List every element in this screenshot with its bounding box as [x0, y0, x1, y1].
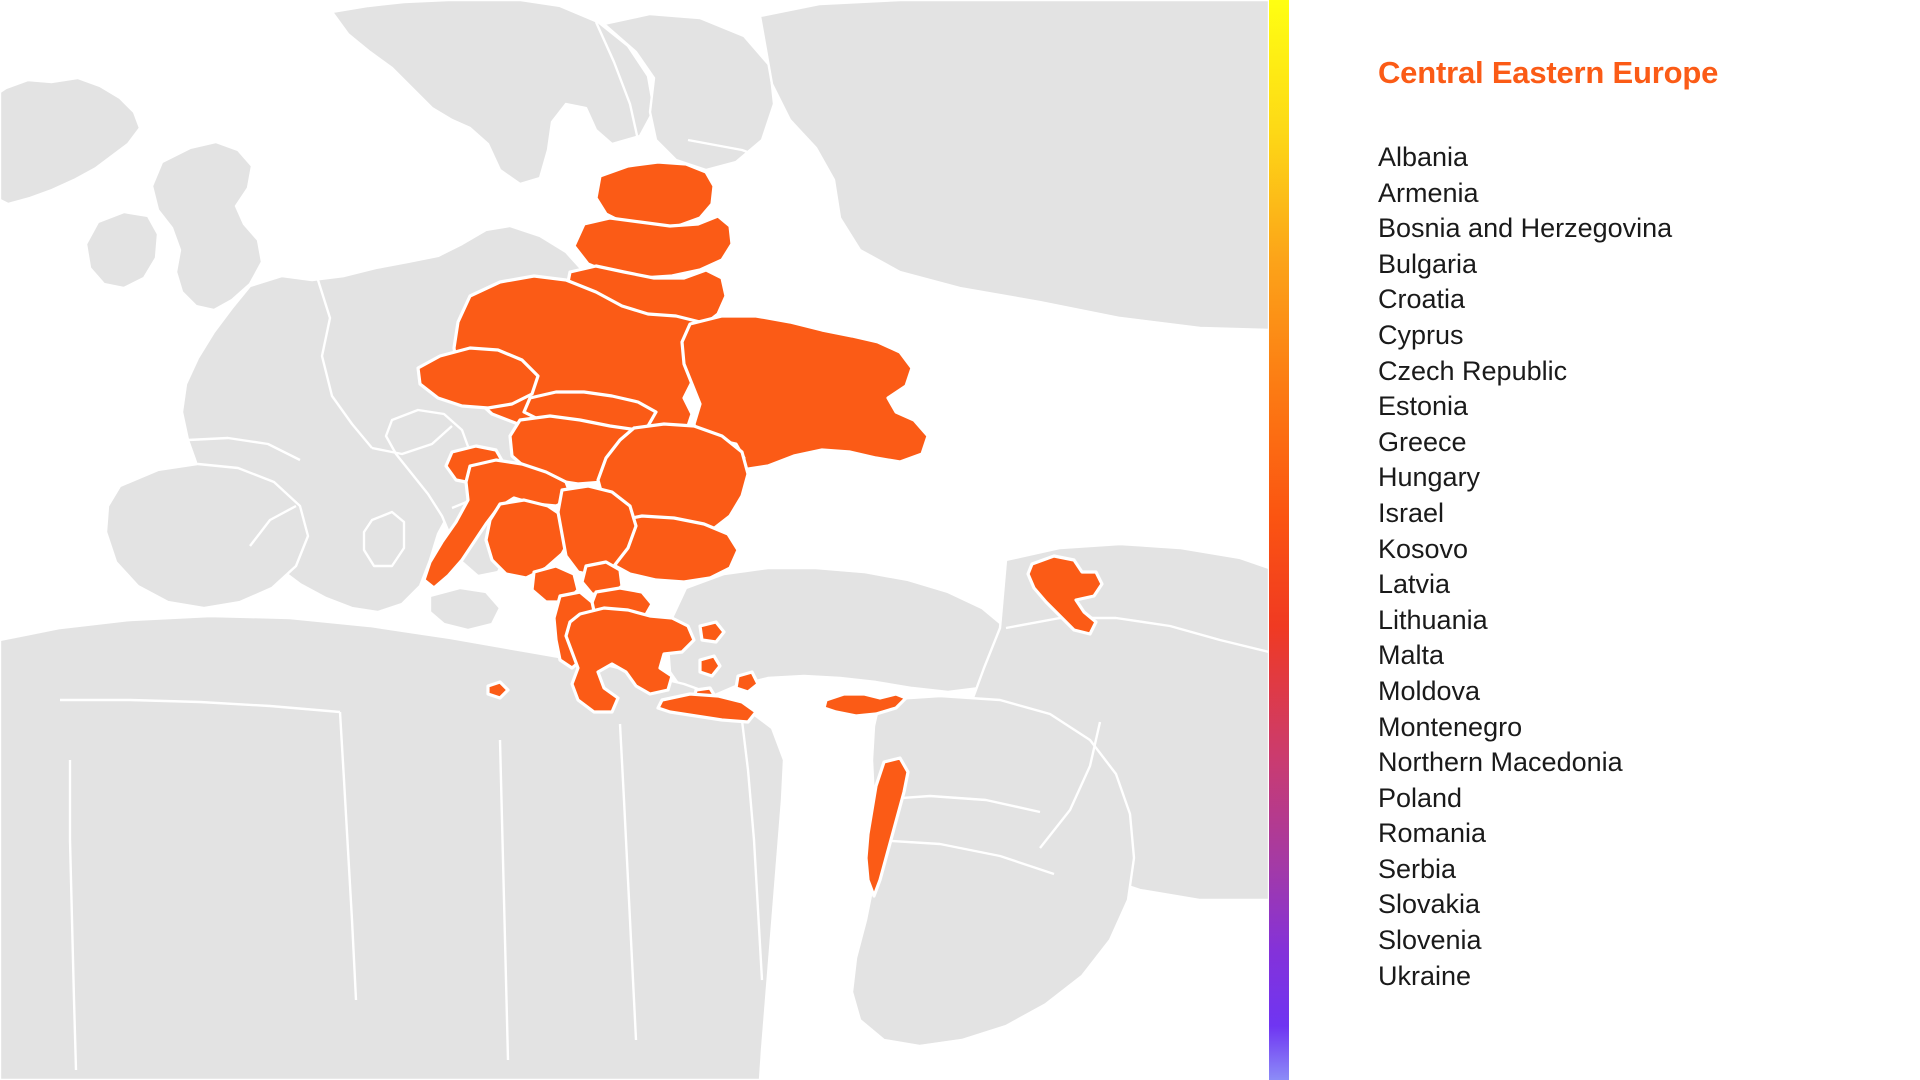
country-list-item: Armenia: [1378, 177, 1479, 208]
country-list-item: Kosovo: [1378, 533, 1469, 564]
country-list-item: Hungary: [1378, 462, 1481, 493]
country-list-item: Bosnia and Herzegovina: [1378, 213, 1673, 244]
country-list-item: Latvia: [1378, 569, 1451, 600]
country-greece-island-lesbos: [698, 620, 726, 644]
gradient-bar-fill: [1269, 0, 1289, 1080]
country-list-item: Moldova: [1378, 675, 1481, 706]
country-list-item: Greece: [1378, 426, 1467, 457]
country-list-item: Slovakia: [1378, 889, 1481, 920]
country-list-item: Bulgaria: [1378, 248, 1478, 279]
slide-root: Central Eastern Europe Albania Armenia Bos…: [0, 0, 1920, 1080]
legend-panel: Central Eastern Europe Albania Armenia Bos…: [1289, 0, 1920, 1080]
region-title: Central Eastern Europe: [1378, 55, 1719, 90]
country-list-item: Czech Republic: [1378, 355, 1568, 386]
country-list-item: Malta: [1378, 640, 1445, 671]
map-panel: [0, 0, 1269, 1080]
country-list-item: Slovenia: [1378, 925, 1482, 956]
country-list-item: Montenegro: [1378, 711, 1523, 742]
country-list-item: Lithuania: [1378, 604, 1488, 635]
country-list-item: Estonia: [1378, 391, 1469, 422]
country-list-item: Cyprus: [1378, 319, 1464, 350]
country-list-item: Albania: [1378, 142, 1469, 172]
colormap-gradient-bar: [1269, 0, 1289, 1080]
country-list-item: Croatia: [1378, 284, 1466, 315]
country-list-item: Northern Macedonia: [1378, 747, 1623, 778]
country-list-item: Serbia: [1378, 853, 1457, 884]
europe-map: [0, 0, 1269, 1080]
country-list: Albania Armenia Bosnia and Herzegovina Bulg…: [1378, 140, 1672, 994]
country-list-item: Israel: [1378, 497, 1445, 528]
country-list-item: Romania: [1378, 818, 1487, 849]
country-list-item: Poland: [1378, 782, 1463, 813]
country-list-item: Ukraine: [1378, 960, 1472, 991]
